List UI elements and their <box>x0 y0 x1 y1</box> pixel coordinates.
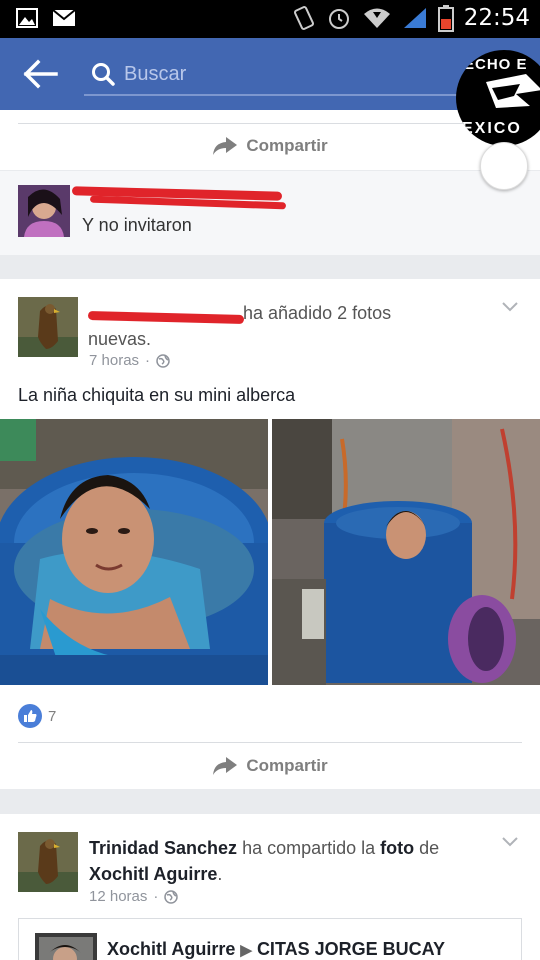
alarm-icon <box>328 9 349 29</box>
share-arrow-icon <box>213 757 238 775</box>
gallery-icon <box>16 8 38 28</box>
share-arrow-icon <box>213 137 238 155</box>
signal-icon <box>403 8 426 28</box>
post-meta: 7 horas · <box>89 352 170 369</box>
post-photo[interactable] <box>0 419 268 685</box>
reactions-summary[interactable]: 7 <box>18 704 56 728</box>
message-icon <box>52 9 76 26</box>
search-input[interactable] <box>124 58 424 90</box>
shared-post-preview[interactable]: Xochitl Aguirre ▶ CITAS JORGE BUCAY <box>18 918 522 960</box>
post-photo[interactable] <box>272 419 540 685</box>
author-name[interactable]: Trinidad Sanchez <box>89 838 237 858</box>
wifi-icon <box>363 8 390 28</box>
shared-from-name[interactable]: Xochitl Aguirre <box>89 864 217 884</box>
search-bar[interactable] <box>84 54 462 96</box>
shared-author[interactable]: Xochitl Aguirre <box>107 939 235 959</box>
globe-icon <box>164 889 179 904</box>
share-label: Compartir <box>246 136 328 155</box>
vibrate-icon <box>293 6 314 30</box>
divider <box>18 742 522 743</box>
battery-icon <box>437 5 454 32</box>
emblem-text: EXICO <box>462 120 522 137</box>
post-time[interactable]: 12 horas <box>89 888 147 905</box>
status-bar: 22:54 <box>0 0 540 38</box>
chevron-down-icon[interactable] <box>501 301 519 313</box>
post-preposition: de <box>419 838 440 858</box>
post-header: ha añadido 2 fotos nuevas. <box>88 300 448 352</box>
overlay-emblem[interactable]: ECHO E EXICO <box>456 50 540 146</box>
shared-post-header: Xochitl Aguirre ▶ CITAS JORGE BUCAY <box>107 939 445 960</box>
globe-icon <box>156 353 170 368</box>
post-meta: 12 horas · <box>89 888 179 905</box>
shared-object[interactable]: foto <box>380 838 414 858</box>
chevron-down-icon[interactable] <box>501 836 519 848</box>
clock: 22:54 <box>463 5 530 31</box>
avatar[interactable] <box>18 832 78 892</box>
avatar[interactable] <box>35 933 97 960</box>
post-action: ha añadido 2 fotos nuevas. <box>88 303 392 349</box>
back-arrow-icon[interactable] <box>22 58 62 90</box>
shared-group[interactable]: CITAS JORGE BUCAY <box>257 939 445 959</box>
avatar[interactable] <box>18 297 78 357</box>
comment-section: Y no invitaron <box>0 171 540 255</box>
comment-text: Y no invitaron <box>82 215 192 235</box>
post-caption: La niña chiquita en su mini alberca <box>18 385 296 405</box>
post-time[interactable]: 7 horas <box>89 352 139 369</box>
post-header: Trinidad Sanchez ha compartido la foto d… <box>89 838 440 884</box>
post-action: ha compartido la <box>242 838 376 858</box>
arrow-right-icon: ▶ <box>240 942 252 959</box>
search-icon <box>92 63 115 86</box>
chat-head-bubble[interactable] <box>480 142 528 190</box>
share-label: Compartir <box>246 756 328 775</box>
share-button[interactable]: Compartir <box>0 744 540 788</box>
emblem-text: ECHO E <box>464 56 528 73</box>
post-card: ha añadido 2 fotos nuevas. 7 horas · La … <box>0 279 540 789</box>
like-count: 7 <box>48 707 57 725</box>
like-icon <box>18 704 42 728</box>
avatar[interactable] <box>18 185 70 237</box>
